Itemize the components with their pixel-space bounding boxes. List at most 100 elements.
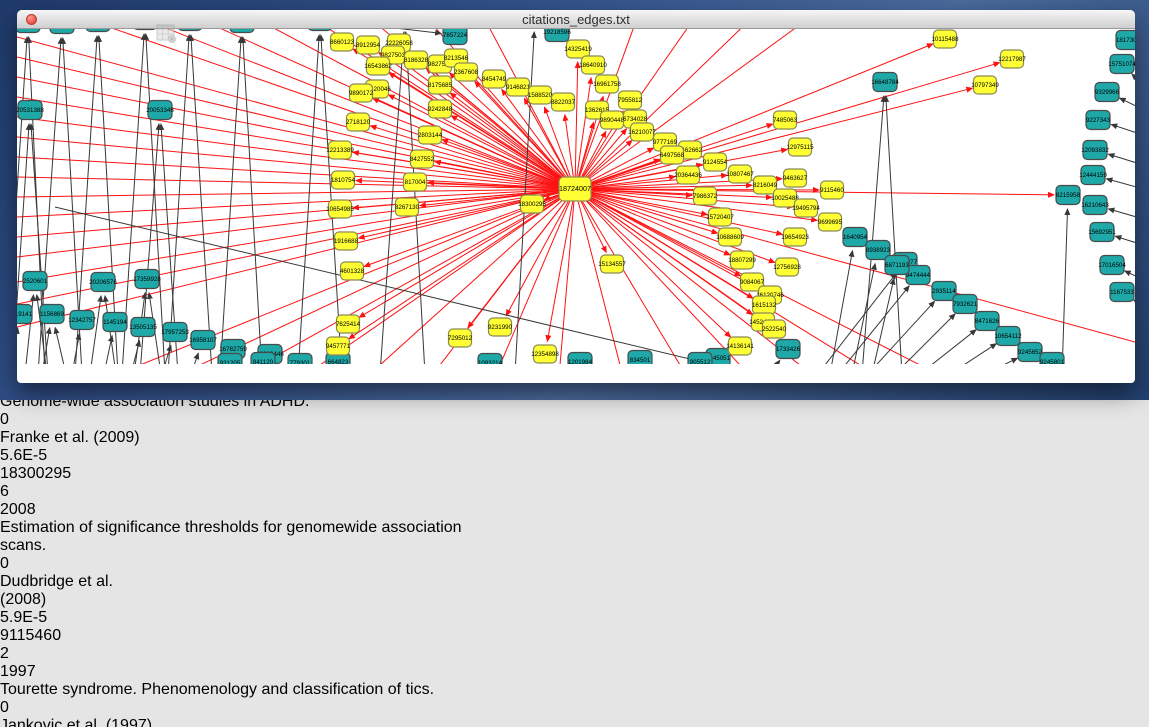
graph-node-yellow[interactable]: 817004 — [404, 173, 427, 191]
graph-node-yellow[interactable]: 9457771 — [326, 337, 351, 355]
graph-node-hub[interactable]: 18724007 — [559, 177, 591, 201]
graph-node-teal[interactable]: 1156869 — [40, 305, 64, 324]
graph-node-yellow[interactable]: 9231990 — [488, 318, 513, 336]
graph-node-yellow[interactable]: 19495794 — [792, 199, 820, 217]
graph-node-yellow[interactable]: 2522540 — [762, 320, 787, 338]
graph-node-teal[interactable]: 17016504 — [1098, 256, 1126, 275]
graph-node-teal[interactable]: 2520601 — [23, 272, 48, 291]
table-row[interactable]: 1830029562008Estimation of significance … — [0, 465, 1149, 627]
graph-node-yellow[interactable]: 18300295 — [518, 195, 546, 213]
graph-node-yellow[interactable]: 14136141 — [726, 337, 754, 355]
graph-node-yellow[interactable]: 6497568 — [660, 146, 685, 164]
table-row[interactable]: 911546021997Tourette syndrome. Phenomeno… — [0, 627, 1149, 727]
graph-node-yellow[interactable]: 1810754 — [331, 171, 356, 189]
graph-node-yellow[interactable]: 10115488 — [931, 30, 959, 48]
graph-node-teal[interactable]: 779301 — [288, 354, 312, 365]
graph-node-yellow[interactable]: 20364436 — [674, 166, 702, 184]
graph-node-teal[interactable]: 1817305 — [1116, 31, 1135, 50]
graph-node-teal[interactable]: 12093832 — [1081, 141, 1109, 160]
graph-node-yellow[interactable]: 7955812 — [618, 91, 643, 109]
graph-node-teal[interactable]: 841120 — [251, 353, 275, 365]
graph-node-yellow[interactable]: 12354898 — [531, 345, 559, 363]
graph-node-yellow[interactable]: 10688609 — [716, 228, 744, 246]
graph-node-yellow[interactable]: 12213389 — [326, 141, 354, 159]
graph-node-teal[interactable]: 9245652 — [1018, 343, 1043, 362]
graph-node-yellow[interactable]: 8267130 — [395, 198, 420, 216]
graph-node-teal[interactable]: 1201984 — [568, 353, 593, 365]
graph-node-teal[interactable]: 16958107 — [189, 331, 217, 350]
graph-node-yellow[interactable]: 2718120 — [346, 113, 371, 131]
graph-node-yellow[interactable]: 1615132 — [752, 296, 777, 314]
graph-node-yellow[interactable]: 8175685 — [428, 76, 453, 94]
graph-node-yellow[interactable]: 7485063 — [773, 111, 798, 129]
graph-node-yellow[interactable]: 9124554 — [703, 153, 728, 171]
graph-node-yellow[interactable]: 7295012 — [448, 329, 473, 347]
graph-node-yellow[interactable]: 12217987 — [998, 50, 1026, 68]
graph-node-yellow[interactable]: 14325419 — [564, 40, 592, 58]
graph-node-yellow[interactable]: 9242848 — [428, 100, 453, 118]
graph-node-yellow[interactable]: 8454749 — [482, 70, 507, 88]
graph-node-yellow[interactable]: 8186328 — [404, 51, 429, 69]
graph-node-teal[interactable]: 20531388 — [17, 101, 44, 120]
graph-node-teal[interactable]: 20053346 — [146, 101, 174, 120]
graph-node-teal[interactable]: 16210643 — [1081, 196, 1109, 215]
graph-node-yellow[interactable]: 18807299 — [728, 251, 756, 269]
graph-node-teal[interactable]: 9329966 — [1095, 83, 1120, 102]
graph-node-teal[interactable]: 931205 — [218, 354, 242, 365]
graph-node-teal[interactable]: 1167533 — [1110, 283, 1134, 302]
graph-node-teal[interactable]: 12444159 — [1079, 166, 1107, 185]
graph-node-teal[interactable]: 9474444 — [906, 266, 931, 285]
graph-node-yellow[interactable]: 10797349 — [971, 76, 999, 94]
graph-node-yellow[interactable]: 4601328 — [340, 262, 365, 280]
graph-node-yellow[interactable]: 2367608 — [454, 63, 479, 81]
graph-node-teal[interactable]: 9245801 — [1040, 353, 1065, 365]
graph-node-teal[interactable]: 15751074 — [1108, 55, 1135, 74]
graph-node-yellow[interactable]: 1916688 — [334, 232, 359, 250]
graph-node-teal[interactable]: 12342757 — [68, 311, 96, 330]
graph-node-yellow[interactable]: 15134557 — [598, 255, 626, 273]
graph-node-teal[interactable]: 20206576 — [89, 273, 117, 292]
graph-node-teal[interactable]: 17957253 — [161, 323, 189, 342]
graph-node-teal[interactable]: 8215958 — [1056, 186, 1081, 205]
graph-node-teal[interactable]: 1733426 — [776, 340, 801, 359]
graph-node-yellow[interactable]: 9890448 — [600, 111, 625, 129]
graph-node-yellow[interactable]: 19654923 — [781, 228, 809, 246]
graph-node-teal[interactable]: 7932621 — [953, 295, 978, 314]
graph-node-yellow[interactable]: 18640910 — [579, 56, 607, 74]
graph-node-yellow[interactable]: 9890172 — [349, 84, 374, 102]
graph-node-teal[interactable]: 17359928 — [133, 270, 161, 289]
graph-node-teal[interactable]: 8471626 — [975, 312, 1000, 331]
graph-node-teal[interactable]: 6871193 — [885, 256, 909, 275]
graph-node-yellow[interactable]: 7986372 — [693, 187, 718, 205]
graph-node-yellow[interactable]: 8660123 — [330, 33, 355, 51]
graph-node-yellow[interactable]: 12975115 — [786, 138, 814, 156]
graph-node-yellow[interactable]: 2803144 — [418, 126, 443, 144]
graph-node-yellow[interactable]: 9115460 — [820, 181, 844, 199]
graph-node-yellow[interactable]: 9146821 — [506, 78, 531, 96]
graph-node-yellow[interactable]: 15720407 — [706, 208, 734, 226]
network-canvas[interactable]: 1691414055742069140106532871527602746614… — [17, 10, 1135, 369]
graph-node-teal[interactable]: 1640954 — [843, 228, 868, 247]
graph-node-teal[interactable]: 1093214 — [478, 354, 503, 365]
graph-node-yellow[interactable]: 10654985 — [326, 200, 354, 218]
graph-node-teal[interactable]: 15692951 — [1088, 223, 1116, 242]
graph-node-teal[interactable]: 905512 — [688, 353, 712, 365]
graph-node-yellow[interactable]: 12756928 — [773, 258, 801, 276]
graph-node-teal[interactable]: 3919141 — [17, 305, 33, 324]
graph-node-yellow[interactable]: 8427552 — [410, 150, 435, 168]
graph-node-teal[interactable]: 9227343 — [1086, 111, 1111, 130]
graph-node-yellow[interactable]: 16961758 — [593, 75, 621, 93]
graph-node-yellow[interactable]: 8912954 — [356, 36, 381, 54]
graph-node-yellow[interactable]: 9699695 — [818, 213, 843, 231]
graph-node-yellow[interactable]: 9463627 — [783, 169, 808, 187]
graph-node-teal[interactable]: 16648784 — [871, 73, 899, 92]
graph-node-yellow[interactable]: 10807467 — [726, 165, 754, 183]
graph-node-yellow[interactable]: 7625414 — [336, 315, 361, 333]
graph-node-teal[interactable]: 10654112 — [994, 327, 1022, 346]
graph-node-teal[interactable]: 834501 — [628, 351, 652, 365]
graph-node-yellow[interactable]: 8822037 — [551, 93, 576, 111]
graph-node-yellow[interactable]: 1588520 — [528, 86, 553, 104]
graph-node-teal[interactable]: 1145194 — [103, 313, 127, 332]
graph-node-teal[interactable]: 13505135 — [129, 318, 157, 337]
graph-node-yellow[interactable]: 16543862 — [364, 57, 392, 75]
